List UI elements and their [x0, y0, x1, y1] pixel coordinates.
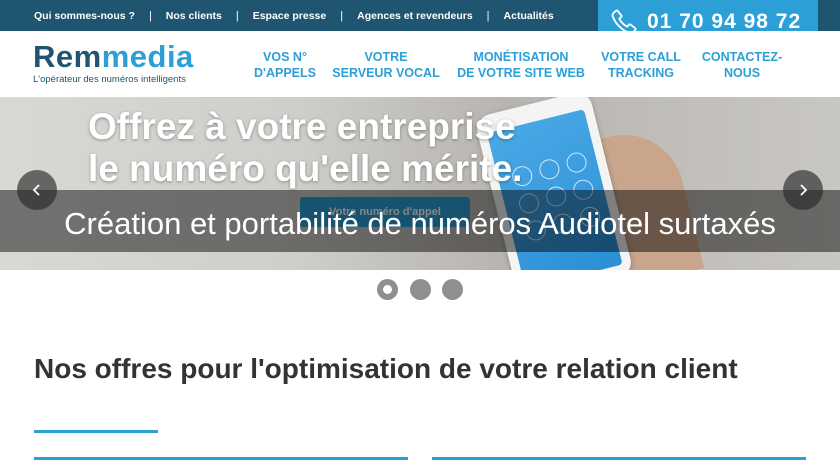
top-separator: |: [148, 9, 152, 22]
top-separator: |: [235, 9, 239, 22]
carousel-prev-button[interactable]: [17, 170, 57, 210]
top-links: Qui sommes-nous ? | Nos clients | Espace…: [34, 0, 554, 31]
banner-headline: Offrez à votre entreprise le numéro qu'e…: [88, 106, 522, 190]
nav-item-monetisation[interactable]: MONÉTISATION DE VOTRE SITE WEB: [454, 49, 588, 81]
banner-headline-line1: Offrez à votre entreprise: [88, 106, 516, 147]
top-link-qui-sommes-nous[interactable]: Qui sommes-nous ?: [34, 10, 135, 22]
page: Qui sommes-nous ? | Nos clients | Espace…: [0, 0, 840, 460]
nav-item-contactez-nous[interactable]: CONTACTEZ- NOUS: [694, 49, 790, 81]
chevron-left-icon: [32, 184, 40, 196]
logo[interactable]: Remmedia L'opérateur des numéros intelli…: [33, 41, 194, 86]
top-separator: |: [486, 9, 490, 22]
banner-headline-line2: le numéro qu'elle mérite.: [88, 148, 523, 189]
top-link-espace-presse[interactable]: Espace presse: [253, 10, 327, 22]
carousel-dot[interactable]: [410, 279, 431, 300]
nav-item-call-tracking[interactable]: VOTRE CALL TRACKING: [596, 49, 686, 81]
top-link-agences-revendeurs[interactable]: Agences et revendeurs: [357, 10, 473, 22]
logo-name: Remmedia: [33, 41, 194, 73]
logo-name-part2: media: [101, 39, 194, 74]
chevron-right-icon: [800, 184, 808, 196]
carousel-dot[interactable]: [442, 279, 463, 300]
top-link-actualites[interactable]: Actualités: [504, 10, 554, 22]
section-title: Nos offres pour l'optimisation de votre …: [34, 353, 738, 384]
logo-name-part1: Rem: [33, 39, 102, 74]
top-link-nos-clients[interactable]: Nos clients: [166, 10, 222, 22]
carousel-next-button[interactable]: [783, 170, 823, 210]
header: Remmedia L'opérateur des numéros intelli…: [0, 31, 840, 97]
banner-caption: Création et portabilité de numéros Audio…: [64, 206, 776, 241]
hero-banner: Offrez à votre entreprise le numéro qu'e…: [0, 97, 840, 270]
nav-item-vos-numeros[interactable]: VOS N° D'APPELS: [252, 49, 318, 81]
carousel-dot[interactable]: [377, 279, 398, 300]
title-underline: [34, 430, 158, 433]
logo-tagline: L'opérateur des numéros intelligents: [33, 74, 186, 85]
phone-number[interactable]: 01 70 94 98 72: [647, 10, 801, 34]
top-separator: |: [340, 9, 344, 22]
nav-item-serveur-vocal[interactable]: VOTRE SERVEUR VOCAL: [329, 49, 443, 81]
